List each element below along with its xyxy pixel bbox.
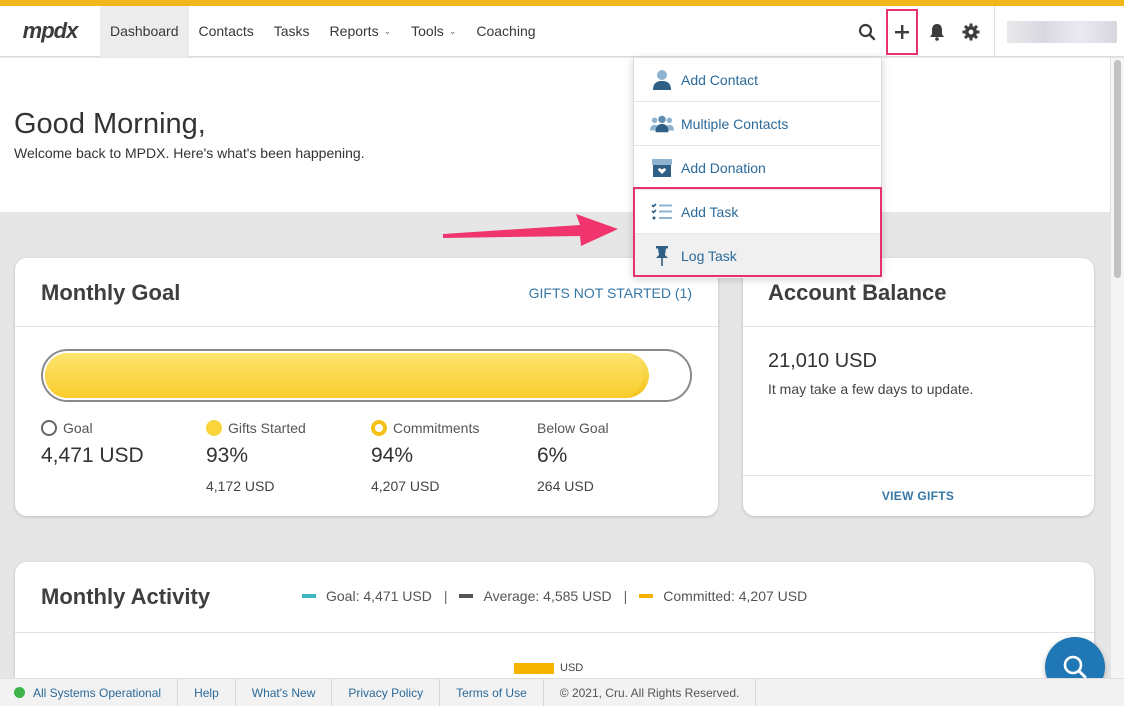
stat-amount: 4,172 USD xyxy=(206,478,275,494)
stat-below-goal: Below Goal 6% 264 USD xyxy=(537,418,697,494)
goal-swatch xyxy=(302,594,316,598)
legend-committed: Committed: 4,207 USD xyxy=(663,588,808,604)
stat-value: 6% xyxy=(537,444,568,467)
navbar-actions xyxy=(850,6,1124,57)
page-scrollbar[interactable] xyxy=(1110,58,1124,678)
page-subtitle: Welcome back to MPDX. Here's what's been… xyxy=(14,145,365,161)
settings-button[interactable] xyxy=(954,6,988,57)
card-header: Monthly Activity Goal: 4,471 USD | Avera… xyxy=(15,562,1094,633)
footer-link-help[interactable]: Help xyxy=(178,678,236,706)
chevron-down-icon: ⌄ xyxy=(383,25,392,36)
nav-contacts[interactable]: Contacts xyxy=(189,6,264,57)
notifications-button[interactable] xyxy=(920,6,954,57)
goal-progress-bar xyxy=(41,349,692,402)
stat-label: Goal xyxy=(63,420,93,436)
logo-text: mpdx xyxy=(22,18,79,43)
monthly-goal-card: Monthly Goal GIFTS NOT STARTED (1) Goal … xyxy=(15,258,718,516)
balance-note: It may take a few days to update. xyxy=(768,381,974,397)
footer-link-terms-of-use[interactable]: Terms of Use xyxy=(440,678,544,706)
stat-value: 94% xyxy=(371,444,414,467)
nav-label: Tasks xyxy=(273,23,310,39)
search-icon xyxy=(858,23,876,40)
footer-link-whats-new[interactable]: What's New xyxy=(236,678,333,706)
stat-gifts-started: Gifts Started 93% 4,172 USD xyxy=(206,418,366,494)
mpdx-logo[interactable]: mpdx xyxy=(0,6,100,57)
stat-label: Commitments xyxy=(393,420,480,436)
top-navbar: mpdx Dashboard Contacts Tasks Reports ⌄ … xyxy=(0,5,1124,57)
nav-label: Reports xyxy=(329,23,379,39)
nav-label: Contacts xyxy=(198,23,254,39)
stat-amount: 4,207 USD xyxy=(371,478,440,494)
menu-item-multiple-contacts[interactable]: Multiple Contacts xyxy=(634,102,881,146)
bell-icon xyxy=(930,23,944,41)
status-text: All Systems Operational xyxy=(33,685,162,700)
plus-icon xyxy=(895,24,909,39)
nav-label: Dashboard xyxy=(110,23,179,39)
search-button[interactable] xyxy=(850,6,884,57)
nav-label: Coaching xyxy=(476,23,536,39)
search-icon xyxy=(1063,655,1087,679)
stat-label: Below Goal xyxy=(537,420,609,436)
menu-item-add-donation[interactable]: Add Donation xyxy=(634,146,881,190)
nav-coaching[interactable]: Coaching xyxy=(466,6,545,57)
menu-item-label: Multiple Contacts xyxy=(681,115,789,132)
card-header: Monthly Goal GIFTS NOT STARTED (1) xyxy=(15,258,718,327)
card-title: Monthly Goal xyxy=(41,280,181,305)
stat-amount: 264 USD xyxy=(537,478,594,494)
view-gifts-link[interactable]: VIEW GIFTS xyxy=(743,475,1093,515)
page-footer: All Systems Operational Help What's New … xyxy=(0,678,1124,706)
chart-series-key[interactable]: USD xyxy=(514,662,583,674)
gifts-started-dot-icon xyxy=(206,420,222,436)
page-title: Good Morning, xyxy=(14,108,206,140)
avatar xyxy=(1007,20,1117,43)
scrollbar-thumb[interactable] xyxy=(1114,60,1121,278)
menu-item-add-contact[interactable]: Add Contact xyxy=(634,58,881,102)
nav-reports[interactable]: Reports ⌄ xyxy=(320,6,402,57)
card-title: Monthly Activity xyxy=(41,584,211,609)
goal-circle-icon xyxy=(41,420,57,436)
stat-goal: Goal 4,471 USD xyxy=(41,418,201,468)
gear-icon xyxy=(962,23,980,40)
menu-item-label: Add Contact xyxy=(681,71,759,88)
balance-value: 21,010 USD xyxy=(768,350,877,372)
stat-value: 93% xyxy=(206,444,249,467)
people-icon xyxy=(650,112,674,136)
stat-label: Gifts Started xyxy=(228,420,306,436)
annotation-highlight-box xyxy=(633,187,882,277)
average-swatch xyxy=(459,594,474,598)
legend-average: Average: 4,585 USD xyxy=(483,588,612,604)
series-key-label: USD xyxy=(560,662,584,674)
person-icon xyxy=(650,68,674,92)
usd-swatch xyxy=(514,662,554,674)
menu-item-label: Add Donation xyxy=(681,159,766,176)
chevron-down-icon: ⌄ xyxy=(448,25,457,36)
legend-separator: | xyxy=(443,588,448,604)
status-dot-icon xyxy=(14,687,25,698)
add-menu-button[interactable] xyxy=(886,8,918,55)
gifts-started-fill xyxy=(45,353,643,398)
nav-label: Tools xyxy=(411,23,444,39)
card-title: Account Balance xyxy=(768,280,947,305)
gift-box-icon xyxy=(650,156,674,180)
stat-commitments: Commitments 94% 4,207 USD xyxy=(371,418,531,494)
nav-tools[interactable]: Tools ⌄ xyxy=(401,6,466,57)
system-status-link[interactable]: All Systems Operational xyxy=(0,678,179,706)
nav-tasks[interactable]: Tasks xyxy=(264,6,320,57)
account-balance-card: Account Balance 21,010 USD It may take a… xyxy=(743,258,1094,516)
committed-swatch xyxy=(639,594,654,598)
user-menu[interactable] xyxy=(994,6,1124,57)
stat-value: 4,471 USD xyxy=(41,444,144,467)
copyright-text: © 2021, Cru. All Rights Reserved. xyxy=(544,678,757,706)
legend-goal: Goal: 4,471 USD xyxy=(326,588,432,604)
nav-dashboard[interactable]: Dashboard xyxy=(100,5,189,57)
greeting-section: Good Morning, Welcome back to MPDX. Here… xyxy=(0,58,1110,212)
activity-legend: Goal: 4,471 USD | Average: 4,585 USD | C… xyxy=(302,588,807,604)
gifts-not-started-link[interactable]: GIFTS NOT STARTED (1) xyxy=(529,285,692,301)
legend-separator: | xyxy=(623,588,628,604)
commitments-dot-icon xyxy=(371,420,387,436)
footer-link-privacy-policy[interactable]: Privacy Policy xyxy=(332,678,441,706)
annotation-arrow xyxy=(443,214,618,246)
